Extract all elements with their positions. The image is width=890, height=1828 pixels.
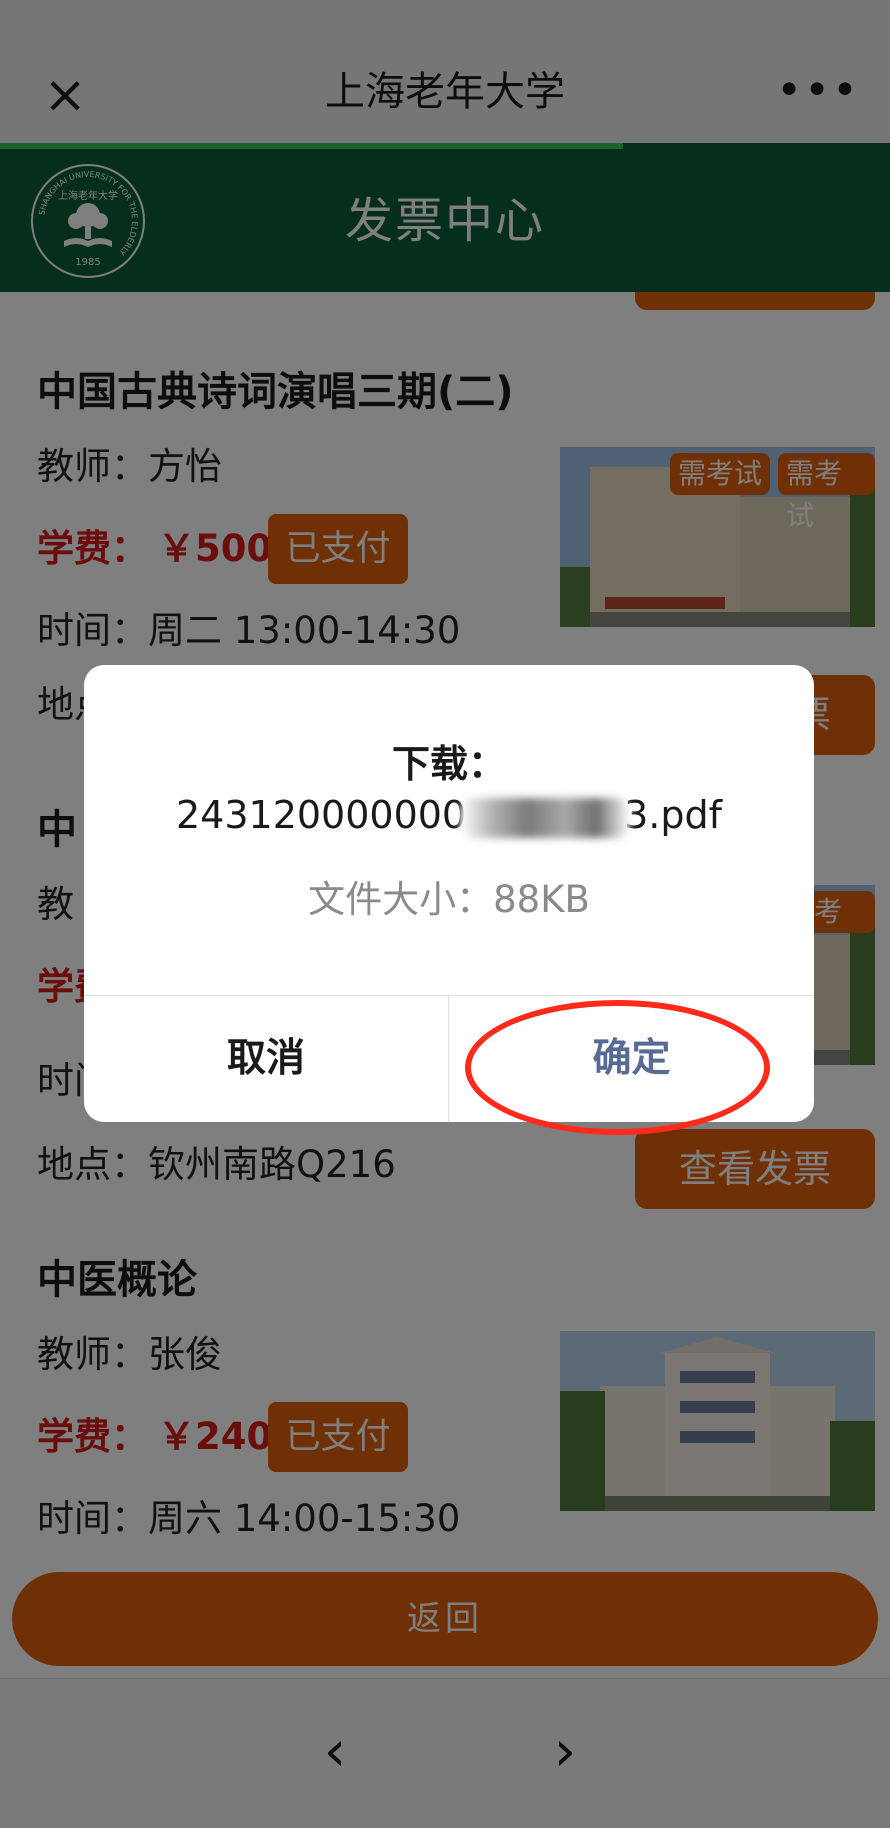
filename-suffix: 3.pdf	[624, 793, 722, 837]
dialog-filename: 243120000000 3.pdf	[84, 785, 814, 845]
filesize-label: 文件大小：	[308, 878, 494, 921]
dialog-title: 下载：	[391, 742, 506, 786]
filesize-value: 88KB	[493, 878, 590, 921]
dialog-filesize: 文件大小：88KB	[84, 872, 814, 928]
cancel-button[interactable]: 取消	[84, 996, 448, 1122]
highlight-ring	[465, 1000, 770, 1135]
redacted-filename-part	[460, 797, 631, 838]
filename-prefix: 243120000000	[175, 793, 467, 837]
